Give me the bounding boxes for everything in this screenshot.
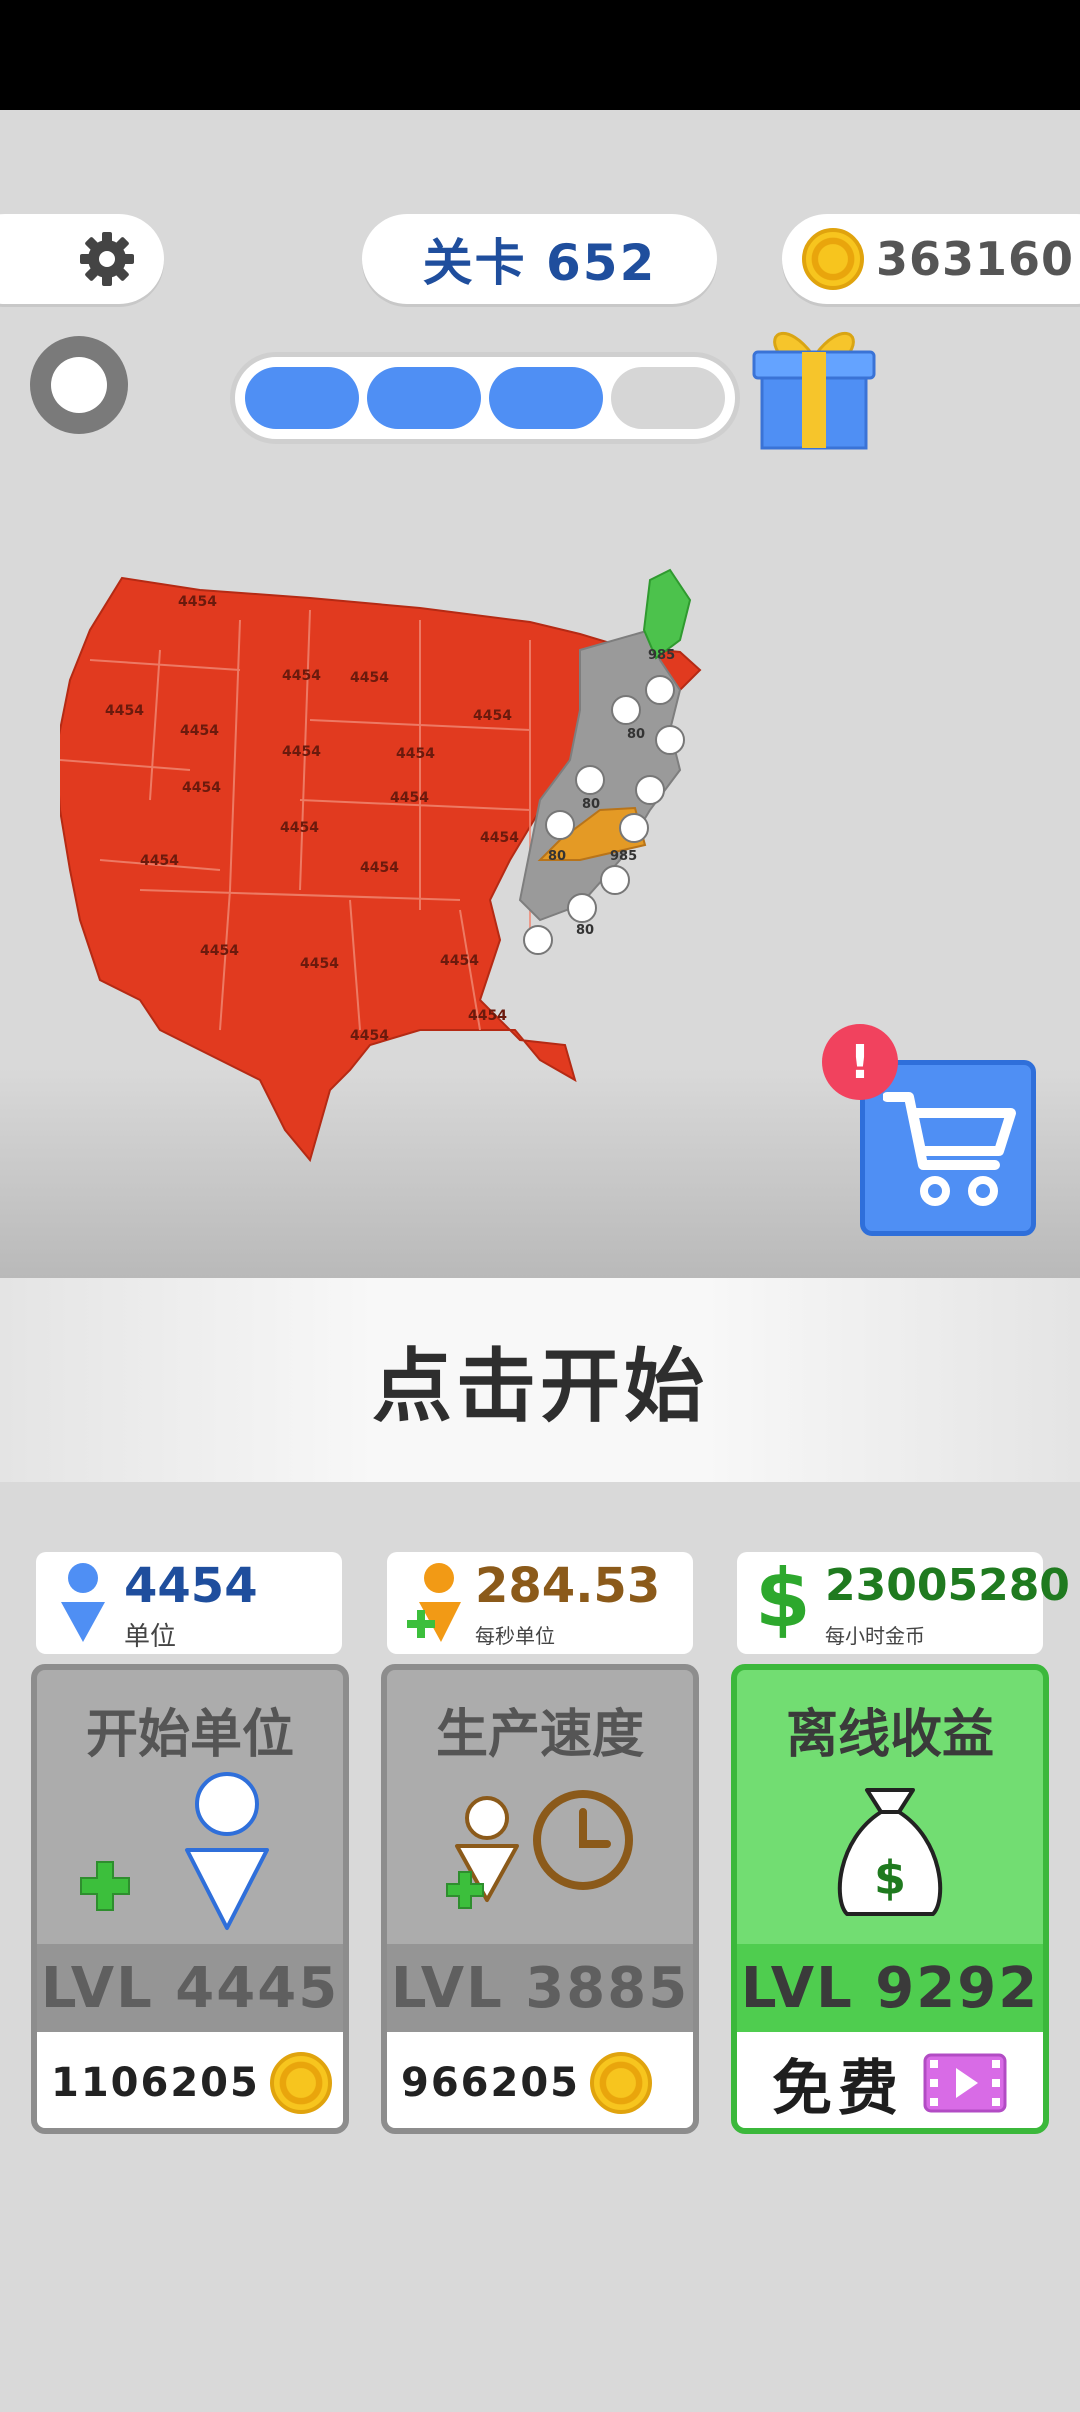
status-bar [0, 0, 1080, 110]
stat-value: 23005280 [825, 1560, 1070, 1611]
gift-icon[interactable] [748, 318, 880, 450]
production-speed-icon [446, 1790, 633, 1909]
card-title: 离线收益 [785, 1705, 994, 1765]
shop-button-wrap[interactable]: ! [822, 1024, 1036, 1240]
territory-count: 4454 [360, 860, 399, 876]
gear-icon [80, 232, 134, 286]
coin-value: 363160 [876, 232, 1075, 286]
stat-income: $ 23005280 每小时金币 [737, 1552, 1070, 1654]
territory-count: 80 [576, 923, 594, 938]
stat-production: 284.53 每秒单位 [387, 1552, 693, 1654]
territory-count: 4454 [200, 943, 239, 959]
stat-units: 4454 单位 [36, 1552, 342, 1654]
production-icon [407, 1563, 461, 1642]
tap-to-start-banner[interactable]: 点击开始 [0, 1278, 1080, 1482]
card-cost: 966205 [401, 2060, 580, 2106]
cart-icon [883, 1092, 1016, 1206]
tap-to-start-text: 点击开始 [372, 1340, 708, 1433]
territory-count: 4454 [350, 1028, 389, 1044]
dollar-icon: $ [755, 1552, 811, 1645]
territory-count: 4454 [473, 708, 512, 724]
card-level-band: LVL 3885 [387, 1944, 693, 2032]
card-title: 开始单位 [85, 1705, 294, 1765]
coin-icon [590, 2052, 652, 2114]
card-cost: 免费 [772, 2053, 904, 2124]
video-icon [923, 2053, 1007, 2113]
level-indicator: 关卡 652 [362, 214, 717, 304]
stat-label: 每小时金币 [825, 1624, 925, 1648]
card-title: 生产速度 [435, 1705, 644, 1765]
territory-count: 985 [610, 849, 637, 864]
watch-ad-button[interactable]: 免费 [737, 2032, 1043, 2128]
record-button[interactable] [30, 336, 128, 434]
card-cost-button[interactable]: 966205 [387, 2032, 693, 2128]
upgrade-card-production-speed[interactable]: 生产速度 LVL 3885 966205 [381, 1664, 699, 2134]
territory-count: 80 [548, 849, 566, 864]
territory-count: 80 [627, 727, 645, 742]
progress-segment [245, 367, 359, 429]
card-level-band: LVL 4445 [37, 1944, 343, 2032]
territory-count: 80 [582, 797, 600, 812]
record-icon [51, 357, 107, 413]
territory-count: 4454 [140, 853, 179, 869]
coin-icon [269, 2052, 332, 2114]
territory-count: 4454 [396, 746, 435, 762]
stat-label: 每秒单位 [475, 1624, 555, 1648]
territory-count: 4454 [280, 820, 319, 836]
stat-label: 单位 [124, 1622, 177, 1652]
coin-balance: 363160 [782, 214, 1080, 304]
territory-count: 4454 [105, 703, 144, 719]
add-unit-icon [80, 1772, 269, 1930]
level-label: 关卡 652 [422, 234, 657, 292]
territory-count: 4454 [182, 780, 221, 796]
territory-count: 4454 [282, 668, 321, 684]
unit-icon [61, 1563, 105, 1642]
progress-segment [611, 367, 725, 429]
territory-count: 4454 [350, 670, 389, 686]
card-level: LVL 3885 [390, 1955, 690, 2021]
enemy-green-territory[interactable] [642, 568, 692, 660]
upgrade-card-offline-earnings[interactable]: 离线收益 $ LVL 9292 免费 [731, 1664, 1049, 2134]
territory-count: 4454 [480, 830, 519, 846]
progress-segment [367, 367, 481, 429]
territory-count: 4454 [300, 956, 339, 972]
stat-value: 284.53 [475, 1558, 661, 1614]
card-level: LVL 4445 [40, 1955, 340, 2021]
shop-alert-badge: ! [822, 1024, 898, 1100]
progress-segment [489, 367, 603, 429]
territory-count: 4454 [282, 744, 321, 760]
territory-count: 4454 [390, 790, 429, 806]
territory-count: 4454 [178, 594, 217, 610]
territory-count: 4454 [180, 723, 219, 739]
territory-count: 985 [648, 648, 675, 663]
svg-text:$: $ [874, 1851, 906, 1905]
level-progress-bar [230, 352, 740, 444]
territory-count: 4454 [468, 1008, 507, 1024]
territory-count: 4454 [440, 953, 479, 969]
card-cost-button[interactable]: 1106205 [37, 2032, 343, 2128]
money-bag-icon: $ [837, 1788, 943, 1916]
coin-icon [802, 228, 864, 290]
card-cost: 1106205 [51, 2060, 260, 2106]
card-level: LVL 9292 [740, 1955, 1040, 2021]
settings-button[interactable] [0, 214, 164, 304]
upgrade-card-start-units[interactable]: 开始单位 LVL 4445 1106205 [31, 1664, 349, 2134]
card-level-band: LVL 9292 [737, 1944, 1043, 2032]
stat-value: 4454 [124, 1558, 258, 1614]
